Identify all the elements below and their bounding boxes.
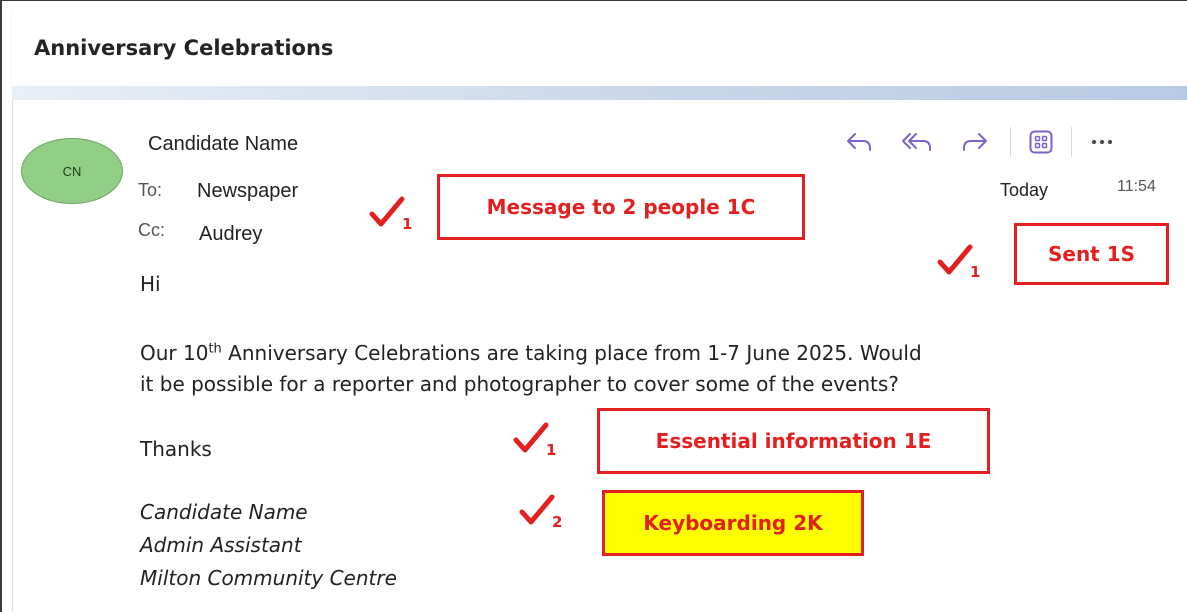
frame-left-border bbox=[0, 0, 2, 612]
to-recipient[interactable]: Newspaper bbox=[197, 180, 298, 203]
check-score: 2 bbox=[552, 513, 562, 528]
signature-org: Milton Community Centre bbox=[140, 566, 397, 590]
email-subject: Anniversary Celebrations bbox=[34, 36, 334, 60]
reply-all-button[interactable] bbox=[892, 124, 942, 160]
toolbar-separator bbox=[1010, 127, 1011, 157]
body-line-1-end: Anniversary Celebrations are taking plac… bbox=[221, 341, 922, 365]
signature-title: Admin Assistant bbox=[140, 533, 302, 557]
check-mark-icon: 1 bbox=[937, 244, 980, 278]
header-divider bbox=[12, 86, 1187, 100]
frame-top-border bbox=[0, 0, 1187, 1]
check-mark-icon: 2 bbox=[519, 494, 562, 528]
reply-icon bbox=[847, 133, 871, 151]
body-line-1: Our 10th Anniversary Celebrations are ta… bbox=[140, 341, 922, 365]
subject-header: Anniversary Celebrations bbox=[12, 8, 1187, 87]
sent-time: 11:54 bbox=[1117, 178, 1156, 195]
annotation-message: Message to 2 people 1C bbox=[437, 174, 805, 240]
annotation-sent: Sent 1S bbox=[1014, 223, 1169, 285]
toolbar-separator bbox=[1071, 127, 1072, 157]
sender-name[interactable]: Candidate Name bbox=[148, 133, 298, 156]
ordinal-suffix: th bbox=[208, 341, 222, 357]
avatar-initials: CN bbox=[62, 163, 82, 179]
greeting: Hi bbox=[140, 272, 161, 296]
check-score: 1 bbox=[546, 441, 556, 456]
annotation-keyboarding: Keyboarding 2K bbox=[602, 490, 864, 556]
forward-button[interactable] bbox=[950, 124, 1000, 160]
cc-recipient[interactable]: Audrey bbox=[199, 223, 262, 246]
check-mark-icon: 1 bbox=[513, 422, 556, 456]
body-line-2: it be possible for a reporter and photog… bbox=[140, 372, 899, 396]
avatar[interactable]: CN bbox=[21, 138, 123, 204]
check-score: 1 bbox=[970, 263, 980, 278]
apps-button[interactable] bbox=[1021, 124, 1061, 160]
check-mark-icon: 1 bbox=[369, 196, 412, 230]
check-score: 1 bbox=[402, 215, 412, 230]
to-label: To: bbox=[138, 180, 163, 200]
closing: Thanks bbox=[140, 437, 212, 461]
sent-date: Today bbox=[1000, 180, 1049, 200]
apps-icon bbox=[1029, 130, 1053, 154]
forward-icon bbox=[963, 133, 987, 151]
cc-label: Cc: bbox=[138, 220, 165, 240]
body-line-1-start: Our 10 bbox=[140, 341, 209, 365]
signature-name: Candidate Name bbox=[140, 500, 308, 524]
reply-button[interactable] bbox=[834, 124, 884, 160]
more-options-button[interactable] bbox=[1082, 124, 1122, 160]
message-toolbar bbox=[834, 124, 1122, 160]
more-icon bbox=[1092, 140, 1112, 144]
annotation-essential: Essential information 1E bbox=[597, 408, 990, 474]
reply-all-icon bbox=[902, 133, 931, 151]
